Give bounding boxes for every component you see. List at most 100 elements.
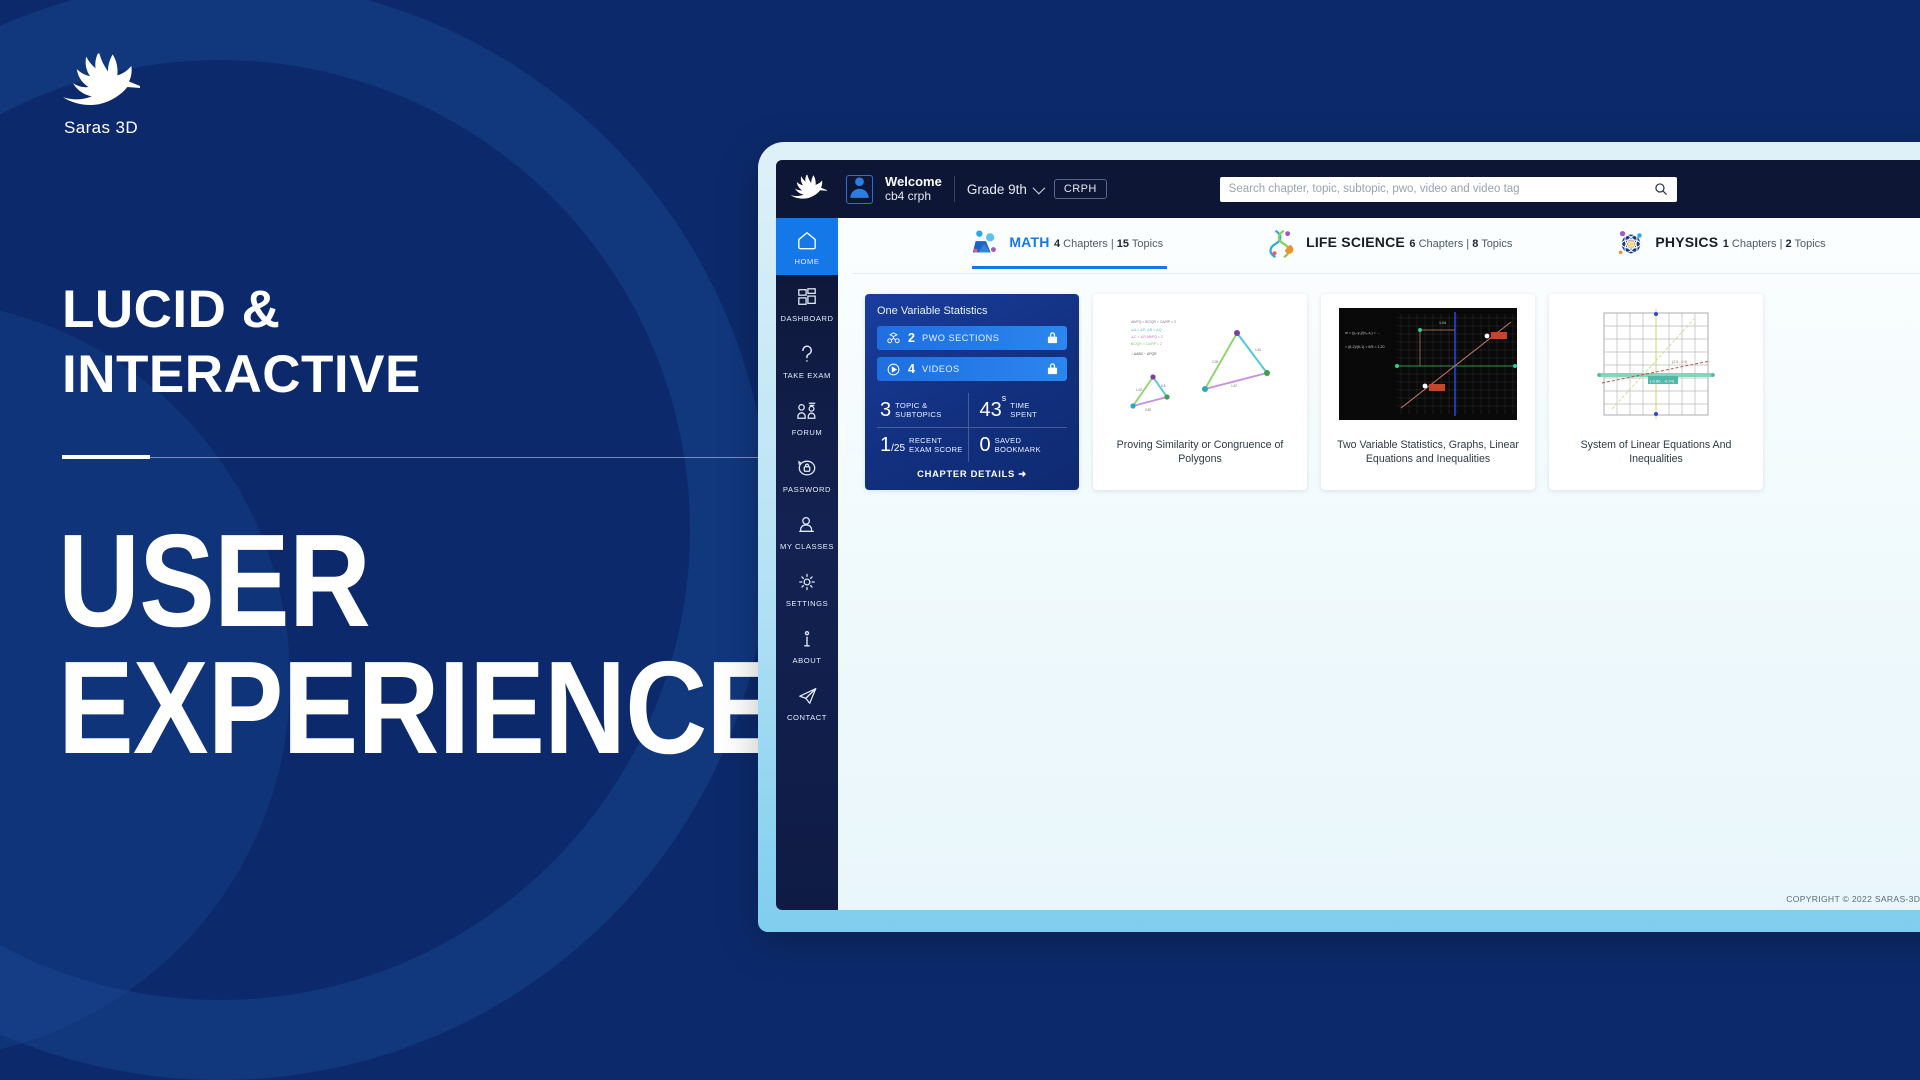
stat-denominator: /25 [891,443,906,454]
chapter-details-link[interactable]: CHAPTER DETAILS ➜ [877,468,1067,480]
sidebar-item-forum[interactable]: FORUM [776,389,838,446]
videos-pill[interactable]: 4 VIDEOS [877,357,1067,381]
search-bar[interactable] [1219,176,1677,202]
sidebar-item-about[interactable]: ABOUT [776,617,838,674]
headline: LUCID & INTERACTIVE [62,278,421,407]
header-divider [953,176,955,202]
sidebar: HOME DASHBOARD TAKE EXAM FORUM PASSWORD … [776,218,838,910]
stats-row: 1/25 RECENT EXAM SCORE 0 SAVED BOOKMARK [877,427,1067,462]
sidebar-item-label: DASHBOARD [780,314,834,323]
stat-value-wrap: 1/25 [880,435,905,455]
svg-text:BC/QR = CA/RP = 2: BC/QR = CA/RP = 2 [1131,342,1162,346]
gear-icon [778,570,836,594]
tab-label: LIFE SCIENCE [1306,234,1405,250]
lock-reset-icon [778,456,836,480]
topic-card[interactable]: (-0.86 , -0.74) (2.5 , 0.4) System of Li [1549,294,1763,490]
tab-physics[interactable]: PHYSICS 1 Chapters | 2 Topics [1612,222,1829,269]
stat-label-line2: SUBTOPICS [895,410,942,419]
tab-chapters-label: Chapters [1418,238,1464,250]
search-icon[interactable] [1654,182,1668,201]
sidebar-item-settings[interactable]: SETTINGS [776,560,838,617]
user-info: Welcome cb4 crph Grade 9th CRPH [840,173,1107,204]
brand-name: Saras 3D [64,118,139,137]
avatar[interactable] [846,174,873,204]
paper-plane-icon [778,684,836,708]
tab-topics-count: 8 [1472,238,1479,250]
stat-recent-exam-score: 1/25 RECENT EXAM SCORE [877,428,968,462]
sidebar-item-password[interactable]: PASSWORD [776,446,838,503]
pwo-sections-pill[interactable]: 2 PWO SECTIONS [877,326,1067,350]
app-logo[interactable] [776,174,840,205]
svg-text:∴ ΔABC ~ ΔPQR: ∴ ΔABC ~ ΔPQR [1131,352,1157,356]
tab-math[interactable]: MATH 4 Chapters | 15 Topics [966,222,1167,269]
connector-dash [62,455,150,459]
stat-label-line2: BOOKMARK [994,445,1041,454]
sidebar-item-take-exam[interactable]: TAKE EXAM [776,332,838,389]
copyright-footer: COPYRIGHT © 2022 SARAS-3D, INC. [1786,894,1920,904]
stat-value: 1 [880,434,892,456]
sidebar-item-dashboard[interactable]: DASHBOARD [776,275,838,332]
big-title-line-2: EXPERIENCE [58,633,782,781]
sidebar-item-label: MY CLASSES [780,542,834,551]
main-content: MATH 4 Chapters | 15 Topics LIFE SCIENCE… [838,218,1920,910]
tab-topics-count: 2 [1785,238,1792,250]
sidebar-item-contact[interactable]: CONTACT [776,674,838,731]
lock-icon [1047,362,1058,380]
svg-text:(2.5 , 0.4): (2.5 , 0.4) [1672,360,1687,364]
tab-text: PHYSICS 1 Chapters | 2 Topics [1655,234,1825,252]
play-circle-icon [886,362,901,377]
search-input[interactable] [1228,183,1668,195]
flying-bird-icon [789,174,829,205]
chapter-summary-card[interactable]: One Variable Statistics 2 PWO SECTIONS 4… [865,294,1079,490]
topic-card[interactable]: m = (y₂-y₁)/(x₂-x₁) = ... = (8-2)/(6-1) … [1321,294,1535,490]
tab-meta: 1 Chapters | 2 Topics [1722,238,1826,250]
svg-text:AB/PQ = BC/QR = CA/RP = 2: AB/PQ = BC/QR = CA/RP = 2 [1131,320,1176,324]
svg-text:1.61: 1.61 [1255,348,1261,352]
tab-chapters-count: 4 [1053,238,1061,250]
tab-life-science[interactable]: LIFE SCIENCE 6 Chapters | 8 Topics [1263,222,1516,269]
sidebar-item-home[interactable]: HOME [776,218,838,275]
sidebar-item-label: FORUM [791,428,823,437]
sidebar-item-label: HOME [794,257,820,266]
stat-time-spent: 43s TIME SPENT [967,393,1068,427]
flying-bird-icon [62,52,232,108]
info-icon [778,627,836,651]
topic-card[interactable]: AB/PQ = BC/QR = CA/RP = 2 ∠A = ∠P, ∠B = … [1093,294,1307,490]
grade-selector[interactable]: Grade 9th [966,181,1046,197]
stat-value-wrap: 43s [979,394,1007,421]
light-grid-graph-thumbnail: (-0.86 , -0.74) (2.5 , 0.4) [1549,294,1763,434]
tab-text: MATH 4 Chapters | 15 Topics [1009,234,1163,252]
stat-value: 0 [979,434,991,456]
stat-topics-subtopics: 3 TOPIC & SUBTOPICS [877,393,968,427]
videos-count: 4 [908,362,915,376]
sidebar-item-label: TAKE EXAM [783,371,831,380]
sidebar-item-label: SETTINGS [785,599,829,608]
username: cb4 crph [885,188,932,203]
topic-card-caption: System of Linear Equations And Inequalit… [1580,439,1732,466]
welcome-label: Welcome [885,173,942,189]
stat-label-line1: TOPIC & [895,400,928,410]
sidebar-item-my-classes[interactable]: MY CLASSES [776,503,838,560]
stat-label: SAVED BOOKMARK [995,436,1041,455]
subject-tabs: MATH 4 Chapters | 15 Topics LIFE SCIENCE… [852,218,1920,274]
sidebar-item-label: PASSWORD [782,485,832,494]
svg-text:∠C = ∠R AB/PQ = 2: ∠C = ∠R AB/PQ = 2 [1131,335,1163,339]
svg-text:∠A = ∠P, ∠B = ∠Q: ∠A = ∠P, ∠B = ∠Q [1131,328,1162,332]
code-badge: CRPH [1053,179,1107,199]
atom-icon [1616,228,1646,258]
lock-icon [1047,331,1058,349]
stat-unit: s [1001,393,1007,404]
tab-topics-label: Topics [1481,238,1513,250]
tab-topics-count: 15 [1116,238,1130,250]
stat-label-line1: TIME [1010,400,1030,410]
stat-saved-bookmark: 0 SAVED BOOKMARK [967,428,1068,462]
question-mark-icon [778,342,836,366]
tab-label: MATH [1009,234,1050,250]
stats-row: 3 TOPIC & SUBTOPICS 43s TIME SPENT [877,393,1067,427]
chevron-down-icon [1032,181,1046,194]
big-title-line-1: USER [58,507,371,654]
grade-label: Grade 9th [966,181,1027,197]
stat-value: 43 [979,399,1002,421]
tab-chapters-label: Chapters [1731,238,1777,250]
math-subject-icon [970,228,1000,258]
